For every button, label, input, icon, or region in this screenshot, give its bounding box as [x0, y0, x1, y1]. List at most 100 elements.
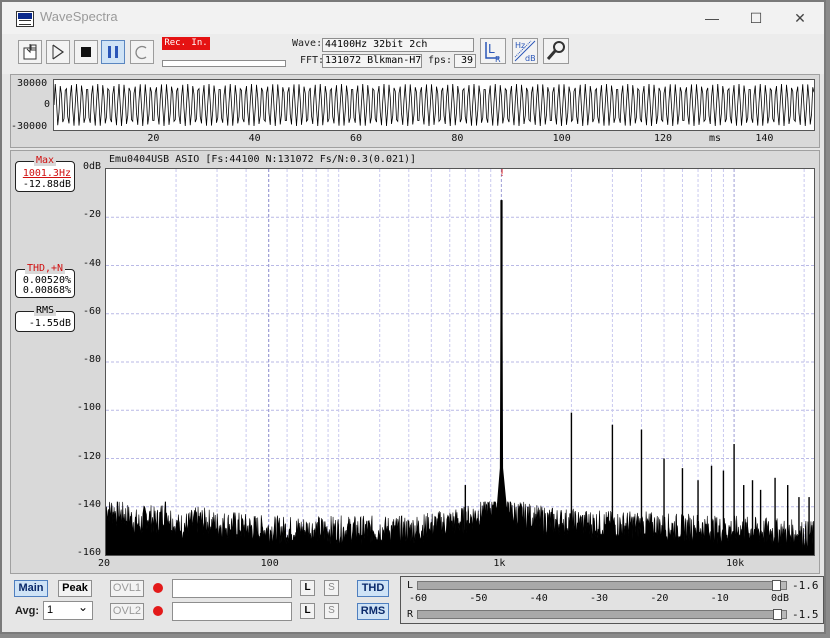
title-bar[interactable]: WaveSpectra — ☐ ✕ [2, 2, 824, 34]
spectrum-y-tick: -80 [82, 354, 101, 365]
settings-button[interactable] [543, 38, 569, 64]
meter-scale-tick: 0dB [771, 593, 790, 604]
spectrum-x-tick: 10k [726, 558, 745, 569]
meter-r-handle[interactable] [772, 609, 782, 620]
play-icon [52, 44, 65, 60]
lr-channel-icon: L R [485, 42, 501, 64]
open-file-button[interactable] [18, 40, 42, 64]
thd-button[interactable]: THD [357, 580, 389, 597]
fps-field: 39 [454, 54, 476, 68]
avg-label: Avg: [15, 605, 40, 617]
db-glyph: dB [525, 54, 536, 63]
ovl2-field[interactable] [172, 602, 292, 621]
ovl2-save-button[interactable]: S [324, 603, 339, 619]
fft-info-field[interactable]: 131072 Blkman-H7 [322, 54, 422, 68]
avg-select[interactable]: 1 ⌄ [43, 600, 93, 620]
loop-button[interactable] [130, 40, 154, 64]
waveform-panel: 30000 0 -30000 20 40 60 80 100 120 140 ms [10, 74, 820, 148]
lr-r-glyph: R [495, 55, 501, 63]
max-level: -12.88dB [22, 179, 71, 190]
wrench-icon [546, 41, 565, 60]
ovl1-record-icon[interactable] [153, 583, 163, 593]
spectrum-y-tick: -140 [76, 498, 101, 510]
meter-l-label: L [407, 580, 414, 591]
wave-x-tick: 140 [755, 133, 774, 144]
spectrum-y-tick: -160 [76, 547, 101, 558]
level-meter: L -1.6 -60 -50 -40 -30 -20 -10 0dB R -1.5 [400, 576, 824, 624]
wave-y-tick: -30000 [11, 121, 48, 132]
wave-x-tick: 20 [147, 133, 160, 144]
meter-r-value: -1.5 [792, 608, 819, 621]
minimize-button[interactable]: — [690, 2, 734, 34]
meter-l-value: -1.6 [792, 579, 819, 592]
window-title: WaveSpectra [40, 9, 118, 24]
thd-title: THD,+N [24, 263, 66, 274]
max-title: Max [33, 155, 57, 166]
fft-label: FFT: [300, 55, 325, 66]
rms-value: -1.55dB [28, 318, 71, 329]
rec-input-indicator: Rec. In. [162, 37, 210, 50]
spectrum-x-tick: 100 [260, 558, 279, 569]
meter-scale-tick: -60 [409, 593, 428, 604]
hz-db-icon: Hz dB [514, 40, 536, 63]
lr-channel-button[interactable]: L R [480, 38, 506, 64]
meter-scale-tick: -40 [529, 593, 548, 604]
ovl1-button[interactable]: OVL1 [110, 580, 144, 597]
peak-marker: ! [499, 168, 506, 179]
wave-label: Wave: [292, 38, 323, 49]
toolbar: Rec. In. Wave: 44100Hz 32bit 2ch FFT: 13… [2, 34, 824, 74]
pause-icon [108, 46, 118, 58]
spectrum-plot[interactable] [105, 168, 815, 556]
waveform-trace [54, 83, 814, 127]
stop-button[interactable] [74, 40, 98, 64]
stop-icon [81, 47, 91, 57]
waveform-plot[interactable] [53, 79, 815, 131]
wave-x-tick: 40 [248, 133, 261, 144]
loop-icon [135, 45, 147, 60]
close-button[interactable]: ✕ [778, 2, 822, 34]
ovl1-save-button[interactable]: S [324, 580, 339, 596]
meter-l-handle[interactable] [772, 580, 781, 591]
meter-scale-tick: -10 [710, 593, 729, 604]
wavespectra-window: WaveSpectra — ☐ ✕ Rec. In. Wave: 44100Hz… [0, 0, 826, 634]
thdn-value: 0.00868% [22, 285, 71, 296]
maximize-button[interactable]: ☐ [734, 2, 778, 34]
close-icon: ✕ [794, 10, 806, 26]
spectrum-x-tick: 20 [98, 558, 111, 569]
play-button[interactable] [46, 40, 70, 64]
spectrum-y-tick: -40 [82, 257, 101, 269]
minimize-icon: — [705, 10, 719, 26]
peak-button[interactable]: Peak [58, 580, 92, 597]
app-icon[interactable] [16, 11, 34, 27]
spectrum-x-tick: 1k [493, 558, 506, 569]
wave-y-tick: 30000 [17, 78, 48, 89]
hz-db-button[interactable]: Hz dB [512, 38, 538, 64]
ovl2-button[interactable]: OVL2 [110, 603, 144, 620]
meter-scale-tick: -20 [650, 593, 669, 604]
max-frequency: 1001.3Hz [22, 168, 71, 179]
spectrum-panel: Emu0404USB ASIO [Fs:44100 N:131072 Fs/N:… [10, 150, 820, 574]
wave-y-tick: 0 [44, 99, 51, 110]
ovl1-load-button[interactable]: L [300, 580, 315, 596]
ovl1-field[interactable] [172, 579, 292, 598]
max-readout: Max 1001.3Hz -12.88dB [15, 155, 75, 192]
ovl2-record-icon[interactable] [153, 606, 163, 616]
meter-scale-tick: -30 [590, 593, 609, 604]
wave-x-unit: ms [709, 133, 722, 144]
waveform-svg [54, 83, 814, 127]
main-button[interactable]: Main [14, 580, 48, 597]
thd-readout: THD,+N 0.00520% 0.00868% [15, 263, 75, 298]
maximize-icon: ☐ [749, 10, 763, 26]
wave-x-tick: 80 [451, 133, 464, 144]
progress-bar[interactable] [162, 60, 286, 67]
ovl2-load-button[interactable]: L [300, 603, 315, 619]
avg-value: 1 [47, 604, 54, 616]
wave-info-field: 44100Hz 32bit 2ch [322, 38, 474, 52]
pause-button[interactable] [101, 40, 125, 64]
bottom-controls: Main Peak Avg: 1 ⌄ OVL1 L S OVL2 L S THD… [2, 574, 824, 632]
chevron-down-icon: ⌄ [77, 600, 88, 614]
hz-glyph: Hz [515, 41, 525, 50]
spectrum-y-tick: 0dB [82, 161, 101, 172]
rms-button[interactable]: RMS [357, 603, 389, 620]
meter-r-label: R [407, 609, 414, 620]
